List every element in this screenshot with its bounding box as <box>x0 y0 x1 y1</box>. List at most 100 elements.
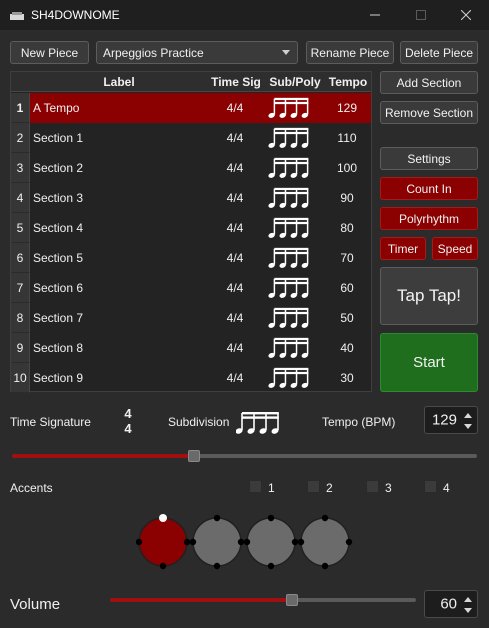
row-number[interactable]: 8 <box>11 303 30 333</box>
subdivision-cell[interactable] <box>267 306 315 330</box>
tempo-cell[interactable]: 70 <box>325 251 369 265</box>
section-label-cell[interactable]: Section 6 <box>33 281 83 295</box>
table-row[interactable]: 7 Section 6 4/4 60 <box>11 273 371 303</box>
beat-circle[interactable] <box>136 514 191 570</box>
time-sig-cell[interactable]: 4/4 <box>207 251 263 265</box>
settings-button[interactable]: Settings <box>380 147 478 170</box>
tempo-cell[interactable]: 100 <box>325 161 369 175</box>
subdivision-cell[interactable] <box>267 96 315 120</box>
speed-button[interactable]: Speed <box>432 237 478 260</box>
subdivision-cell[interactable] <box>267 336 315 360</box>
tempo-cell[interactable]: 60 <box>325 281 369 295</box>
column-header-time-sig[interactable]: Time Sig <box>207 75 265 89</box>
section-label-cell[interactable]: Section 8 <box>33 341 83 355</box>
row-number[interactable]: 7 <box>11 273 30 303</box>
maximize-button[interactable] <box>398 0 444 30</box>
accent-checkbox-3[interactable] <box>366 480 379 493</box>
tempo-cell[interactable]: 50 <box>325 311 369 325</box>
section-label-cell[interactable]: A Tempo <box>33 101 79 115</box>
tempo-cell[interactable]: 90 <box>325 191 369 205</box>
start-button[interactable]: Start <box>380 333 478 392</box>
tempo-cell[interactable]: 129 <box>325 101 369 115</box>
tap-tempo-button[interactable]: Tap Tap! <box>380 267 478 325</box>
subdivision-cell[interactable] <box>267 216 315 240</box>
row-number[interactable]: 9 <box>11 333 30 363</box>
close-button[interactable] <box>443 0 489 30</box>
delete-piece-button[interactable]: Delete Piece <box>400 41 478 64</box>
section-label-cell[interactable]: Section 5 <box>33 251 83 265</box>
row-number[interactable]: 4 <box>11 183 30 213</box>
time-sig-cell[interactable]: 4/4 <box>207 371 263 385</box>
subdivision-cell[interactable] <box>267 366 315 390</box>
section-label-cell[interactable]: Section 7 <box>33 311 83 325</box>
row-number[interactable]: 3 <box>11 153 30 183</box>
subdivision-cell[interactable] <box>267 156 315 180</box>
accent-checkbox-2[interactable] <box>307 480 320 493</box>
section-label-cell[interactable]: Section 3 <box>33 191 83 205</box>
minimize-button[interactable] <box>352 0 398 30</box>
accent-checkbox-label: 2 <box>326 481 333 495</box>
table-row[interactable]: 5 Section 4 4/4 80 <box>11 213 371 243</box>
add-section-button[interactable]: Add Section <box>380 71 478 94</box>
column-header-label[interactable]: Label <box>31 75 207 89</box>
chevron-down-icon <box>282 50 290 55</box>
row-number[interactable]: 10 <box>11 363 30 393</box>
accent-checkbox-4[interactable] <box>424 480 437 493</box>
row-number[interactable]: 1 <box>11 93 30 123</box>
subdivision-cell[interactable] <box>267 126 315 150</box>
time-sig-cell[interactable]: 4/4 <box>207 191 263 205</box>
piece-select[interactable]: Arpeggios Practice <box>96 41 298 64</box>
time-sig-cell[interactable]: 4/4 <box>207 281 263 295</box>
table-row[interactable]: 3 Section 2 4/4 100 <box>11 153 371 183</box>
close-icon <box>461 10 471 20</box>
new-piece-button[interactable]: New Piece <box>10 41 89 64</box>
accent-checkbox-1[interactable] <box>249 480 262 493</box>
section-label-cell[interactable]: Section 9 <box>33 371 83 385</box>
rename-piece-button[interactable]: Rename Piece <box>306 41 394 64</box>
table-row[interactable]: 2 Section 1 4/4 110 <box>11 123 371 153</box>
time-sig-cell[interactable]: 4/4 <box>207 341 263 355</box>
subdivision-picker[interactable] <box>235 410 284 436</box>
time-sig-cell[interactable]: 4/4 <box>207 311 263 325</box>
section-label-cell[interactable]: Section 2 <box>33 161 83 175</box>
spin-arrows-icon[interactable] <box>462 594 474 616</box>
time-sig-cell[interactable]: 4/4 <box>207 131 263 145</box>
table-row[interactable]: 9 Section 8 4/4 40 <box>11 333 371 363</box>
tempo-spinbox[interactable]: 129 <box>424 406 478 434</box>
table-row[interactable]: 4 Section 3 4/4 90 <box>11 183 371 213</box>
table-row[interactable]: 8 Section 7 4/4 50 <box>11 303 371 333</box>
subdivision-cell[interactable] <box>267 246 315 270</box>
table-row[interactable]: 10 Section 9 4/4 30 <box>11 363 371 393</box>
time-sig-cell[interactable]: 4/4 <box>207 161 263 175</box>
subdivision-cell[interactable] <box>267 276 315 300</box>
table-row[interactable]: 6 Section 5 4/4 70 <box>11 243 371 273</box>
row-number[interactable]: 2 <box>11 123 30 153</box>
tempo-cell[interactable]: 40 <box>325 341 369 355</box>
row-number[interactable]: 5 <box>11 213 30 243</box>
tempo-cell[interactable]: 80 <box>325 221 369 235</box>
column-header-sub-poly[interactable]: Sub/Poly <box>265 75 325 89</box>
remove-section-button[interactable]: Remove Section <box>380 101 478 124</box>
minimize-icon <box>370 14 380 16</box>
spin-arrows-icon[interactable] <box>462 410 474 432</box>
row-number[interactable]: 6 <box>11 243 30 273</box>
tempo-slider-handle[interactable] <box>188 450 200 462</box>
polyrhythm-button[interactable]: Polyrhythm <box>380 207 478 230</box>
time-sig-cell[interactable]: 4/4 <box>207 221 263 235</box>
section-label-cell[interactable]: Section 1 <box>33 131 83 145</box>
tempo-cell[interactable]: 30 <box>325 371 369 385</box>
count-in-button[interactable]: Count In <box>380 177 478 200</box>
table-row[interactable]: 1A Tempo 4/4 129 <box>11 93 371 123</box>
timer-button[interactable]: Timer <box>380 237 426 260</box>
column-header-tempo[interactable]: Tempo <box>325 75 371 89</box>
tempo-cell[interactable]: 110 <box>325 131 369 145</box>
subdivision-cell[interactable] <box>267 186 315 210</box>
beat-circle[interactable] <box>297 514 353 570</box>
volume-slider-handle[interactable] <box>286 594 298 606</box>
volume-spinbox[interactable]: 60 <box>424 590 478 618</box>
time-sig-cell[interactable]: 4/4 <box>207 101 263 115</box>
time-signature-picker[interactable]: 4 4 <box>119 406 137 436</box>
beat-circle[interactable] <box>243 514 299 570</box>
beat-circle[interactable] <box>189 514 245 570</box>
section-label-cell[interactable]: Section 4 <box>33 221 83 235</box>
